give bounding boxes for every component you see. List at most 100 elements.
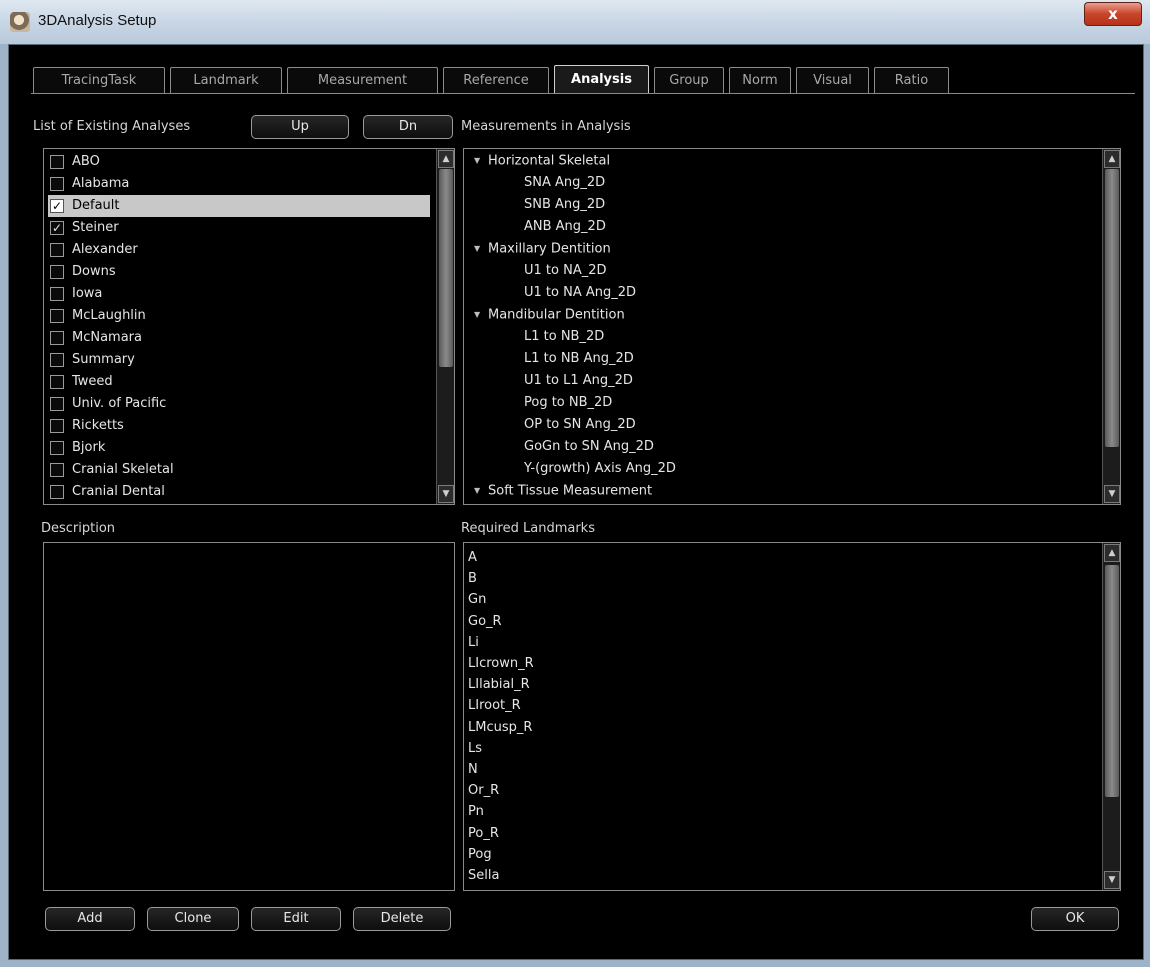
landmark-item[interactable]: Pog [468,844,492,866]
landmark-item[interactable]: Li [468,632,479,654]
analysis-item-univ-of-pacific[interactable]: Univ. of Pacific [48,393,430,415]
analysis-checkbox[interactable] [50,419,64,433]
analysis-item-mcnamara[interactable]: McNamara [48,327,430,349]
scroll-down-icon[interactable]: ▼ [1104,871,1120,889]
landmark-item[interactable]: Gn [468,589,486,611]
analysis-checkbox[interactable] [50,441,64,455]
tab-tracingtask[interactable]: TracingTask [33,67,165,94]
move-down-button[interactable]: Dn [363,115,453,139]
measurement-item[interactable]: U1 to L1 Ang_2D [524,370,633,392]
analysis-item-steiner[interactable]: ✓ Steiner [48,217,430,239]
landmarks-scrollbar[interactable]: ▲ ▼ [1102,543,1120,890]
measurement-item[interactable]: U1 to NA_2D [524,260,607,282]
description-box[interactable] [43,542,455,891]
analysis-checkbox[interactable] [50,397,64,411]
analysis-item-tweed[interactable]: Tweed [48,371,430,393]
analyses-scrollbar[interactable]: ▲ ▼ [436,149,454,504]
scroll-down-icon[interactable]: ▼ [1104,485,1120,503]
measurement-item[interactable]: L1 to NB_2D [524,326,604,348]
analysis-item-iowa[interactable]: Iowa [48,283,430,305]
add-button[interactable]: Add [45,907,135,931]
landmark-item[interactable]: Ls [468,738,482,760]
landmark-item[interactable]: Po_R [468,823,499,845]
analysis-item-alexander[interactable]: Alexander [48,239,430,261]
tab-landmark[interactable]: Landmark [170,67,282,94]
measurement-item[interactable]: GoGn to SN Ang_2D [524,436,654,458]
expand-arrow-icon[interactable]: ▼ [474,480,488,502]
scroll-up-icon[interactable]: ▲ [1104,150,1120,168]
delete-button[interactable]: Delete [353,907,451,931]
analysis-checkbox[interactable]: ✓ [50,221,64,235]
expand-arrow-icon[interactable]: ▼ [474,304,488,326]
landmark-item[interactable]: LIlabial_R [468,674,530,696]
measurements-scrollbar[interactable]: ▲ ▼ [1102,149,1120,504]
analysis-checkbox[interactable] [50,243,64,257]
clone-button[interactable]: Clone [147,907,239,931]
measurement-item[interactable]: OP to SN Ang_2D [524,414,636,436]
analysis-checkbox[interactable] [50,155,64,169]
edit-button[interactable]: Edit [251,907,341,931]
analysis-checkbox[interactable] [50,309,64,323]
measurement-item[interactable]: Pog to NB_2D [524,392,612,414]
scroll-up-icon[interactable]: ▲ [438,150,454,168]
analysis-checkbox[interactable] [50,463,64,477]
landmark-item[interactable]: LMcusp_R [468,717,532,739]
tab-norm[interactable]: Norm [729,67,791,94]
scroll-up-icon[interactable]: ▲ [1104,544,1120,562]
landmark-item[interactable]: Or_R [468,780,499,802]
tab-reference[interactable]: Reference [443,67,549,94]
analysis-checkbox[interactable] [50,265,64,279]
landmark-item[interactable]: A [468,547,477,569]
analysis-checkbox[interactable] [50,287,64,301]
measurement-group[interactable]: ▼ Maxillary Dentition [474,238,611,260]
scroll-thumb[interactable] [1105,565,1119,797]
measurement-item[interactable]: SNA Ang_2D [524,172,605,194]
tab-measurement[interactable]: Measurement [287,67,438,94]
landmark-item[interactable]: N [468,759,478,781]
analysis-item-downs[interactable]: Downs [48,261,430,283]
move-up-button[interactable]: Up [251,115,349,139]
measurements-tree[interactable]: ▼ Horizontal Skeletal SNA Ang_2D SNB Ang_2D… [463,148,1121,505]
tab-ratio[interactable]: Ratio [874,67,949,94]
ok-button[interactable]: OK [1031,907,1119,931]
measurement-item[interactable]: ANB Ang_2D [524,216,606,238]
landmark-item[interactable]: Go_R [468,611,502,633]
analysis-item-cranial-skeletal[interactable]: Cranial Skeletal [48,459,430,481]
landmark-item[interactable]: LIcrown_R [468,653,534,675]
measurement-item[interactable]: Y-(growth) Axis Ang_2D [524,458,676,480]
analysis-item-ricketts[interactable]: Ricketts [48,415,430,437]
analysis-item-cranial-dental[interactable]: Cranial Dental [48,481,430,503]
tab-group[interactable]: Group [654,67,724,94]
analysis-item-bjork[interactable]: Bjork [48,437,430,459]
tab-visual[interactable]: Visual [796,67,869,94]
analysis-checkbox[interactable] [50,353,64,367]
tab-analysis[interactable]: Analysis [554,65,649,94]
landmark-item[interactable]: Sella [468,865,499,887]
measurement-item[interactable]: SNB Ang_2D [524,194,605,216]
scroll-thumb[interactable] [1105,169,1119,447]
landmark-item[interactable]: B [468,568,477,590]
scroll-down-icon[interactable]: ▼ [438,485,454,503]
analysis-item-alabama[interactable]: Alabama [48,173,430,195]
analysis-item-abo[interactable]: ABO [48,151,430,173]
analysis-item-mclaughlin[interactable]: McLaughlin [48,305,430,327]
landmark-item[interactable]: Pn [468,801,484,823]
analysis-checkbox[interactable] [50,177,64,191]
analysis-checkbox[interactable] [50,485,64,499]
analysis-item-default[interactable]: ✓ Default [48,195,430,217]
scroll-thumb[interactable] [439,169,453,367]
close-button[interactable]: x [1084,2,1142,26]
analysis-checkbox[interactable]: ✓ [50,199,64,213]
measurement-group[interactable]: ▼ Soft Tissue Measurement [474,480,652,502]
measurement-group[interactable]: ▼ Horizontal Skeletal [474,150,610,172]
analysis-checkbox[interactable] [50,331,64,345]
analysis-item-summary[interactable]: Summary [48,349,430,371]
measurement-item[interactable]: L1 to NB Ang_2D [524,348,634,370]
landmark-item[interactable]: LIroot_R [468,695,521,717]
measurement-item[interactable]: U1 to NA Ang_2D [524,282,636,304]
analysis-checkbox[interactable] [50,375,64,389]
expand-arrow-icon[interactable]: ▼ [474,150,488,172]
analyses-list[interactable]: ABO Alabama ✓ Default ✓ Steiner Alexander Downs… [43,148,455,505]
measurement-group[interactable]: ▼ Mandibular Dentition [474,304,625,326]
landmarks-list[interactable]: A B Gn Go_R Li LIcrown_R LIlabial_R LIroot_R LMc… [463,542,1121,891]
